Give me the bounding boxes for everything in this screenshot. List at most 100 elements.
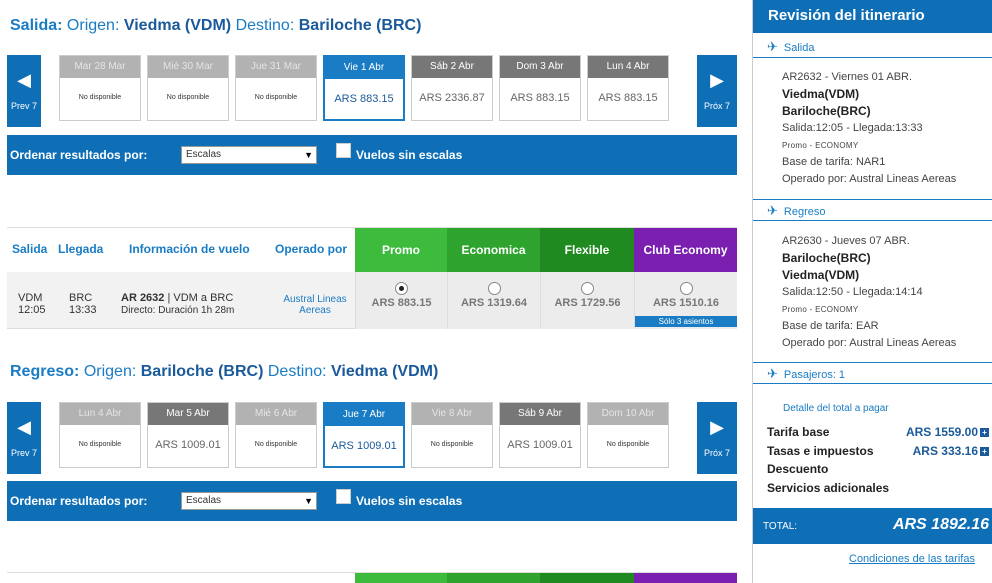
inbound-prev-button[interactable]: ◀ Prev 7	[7, 402, 41, 474]
inbound-date-bar: ◀ Prev 7 ▶ Próx 7 Lun 4 Abr No disponible…	[7, 402, 737, 474]
day-price: ARS 883.15	[334, 93, 394, 105]
fare-header-club-economy: Club Economy	[634, 228, 737, 273]
plus-icon[interactable]: +	[980, 428, 989, 437]
outbound-day-tile: Mié 30 Mar No disponible	[147, 55, 229, 121]
sidebar-inbound-head[interactable]: ✈ Regreso	[753, 199, 992, 221]
inbound-title: Regreso: Origen: Bariloche (BRC) Destino…	[10, 363, 438, 381]
nonstop-label: Vuelos sin escalas	[356, 148, 463, 162]
day-price: ARS 1009.01	[331, 440, 397, 452]
sort-select[interactable]: Escalas ▼	[181, 492, 317, 510]
day-price: No disponible	[78, 94, 122, 101]
total-value: ARS 1892.16	[892, 516, 989, 533]
inbound-flight-table	[7, 572, 737, 583]
outbound-day-tile[interactable]: Vie 1 Abr ARS 883.15	[323, 55, 405, 121]
day-price: No disponible	[254, 94, 298, 101]
operator-link[interactable]: Austral Lineas Aereas	[277, 294, 353, 316]
day-price: No disponible	[430, 441, 474, 448]
outbound-day-tile[interactable]: Dom 3 Abr ARS 883.15	[499, 55, 581, 121]
sidebar-inbound-details: AR2630 - Jueves 07 ABR. Bariloche(BRC) V…	[782, 235, 957, 349]
conditions-link[interactable]: Condiciones de las tarifas	[849, 553, 975, 565]
inbound-next-button[interactable]: ▶ Próx 7	[697, 402, 737, 474]
descuento-row: Descuento	[767, 462, 829, 476]
inbound-dest: Viedma (VDM)	[331, 363, 439, 380]
airplane-icon: ✈	[767, 203, 778, 218]
inbound-label: Regreso:	[10, 363, 80, 380]
chevron-right-icon: ▶	[710, 70, 724, 90]
inbound-sort-bar: Ordenar resultados por: Escalas ▼ Vuelos…	[7, 481, 737, 521]
inbound-day-tile[interactable]: Jue 7 Abr ARS 1009.01	[323, 402, 405, 468]
fare-radio[interactable]	[679, 282, 693, 295]
fare-radio[interactable]	[581, 282, 594, 295]
fare-header-strip	[634, 573, 737, 583]
day-price: ARS 883.15	[598, 92, 658, 104]
fare-header-strip	[540, 573, 634, 583]
airplane-icon: ✈	[767, 39, 778, 54]
fare-cell-promo[interactable]: ARS 883.15	[355, 272, 447, 329]
day-label: Vie 8 Abr	[412, 403, 492, 425]
outbound-next-button[interactable]: ▶ Próx 7	[697, 55, 737, 127]
sort-select[interactable]: Escalas ▼	[181, 146, 317, 164]
outbound-date-bar: ◀ Prev 7 ▶ Próx 7 Mar 28 Mar No disponibl…	[7, 55, 737, 127]
day-label: Mar 5 Abr	[148, 403, 228, 425]
day-label: Vie 1 Abr	[325, 57, 403, 79]
day-label: Sáb 9 Abr	[500, 403, 580, 425]
inbound-origin-label: Origen:	[83, 363, 137, 380]
flight-info-cell: AR 2632 | VDM a BRC Directo: Duración 1h…	[121, 292, 234, 317]
outbound-label: Salida:	[10, 17, 63, 34]
chevron-left-icon: ◀	[17, 70, 31, 90]
nonstop-label: Vuelos sin escalas	[356, 494, 463, 508]
servicios-row: Servicios adicionales	[767, 481, 890, 495]
fare-radio[interactable]	[395, 282, 408, 295]
inbound-day-tile[interactable]: Sáb 9 Abr ARS 1009.01	[499, 402, 581, 468]
day-label: Dom 10 Abr	[588, 403, 668, 425]
seats-badge: Sólo 3 asientos	[635, 316, 737, 327]
chevron-left-icon: ◀	[17, 417, 31, 437]
day-price: ARS 2336.87	[419, 92, 485, 104]
fare-radio[interactable]	[487, 282, 501, 295]
day-price: No disponible	[606, 441, 650, 448]
header-salida: Salida	[12, 242, 48, 256]
fare-cell-economica[interactable]: ARS 1319.64	[447, 272, 540, 329]
chevron-down-icon: ▼	[304, 496, 313, 506]
header-info: Información de vuelo	[129, 242, 250, 256]
sort-label: Ordenar resultados por:	[10, 494, 148, 508]
total-bar: TOTAL: ARS 1892.16	[753, 508, 992, 544]
day-price: No disponible	[254, 441, 298, 448]
fare-cell-flexible[interactable]: ARS 1729.56	[540, 272, 634, 329]
outbound-dest-label: Destino:	[235, 17, 295, 34]
fare-cell-club-economy[interactable]: ARS 1510.16 Sólo 3 asientos	[634, 272, 737, 329]
flight-route: | VDM a BRC	[167, 292, 234, 304]
outbound-day-tile: Jue 31 Mar No disponible	[235, 55, 317, 121]
fare-header-strip	[447, 573, 540, 583]
day-price: ARS 1009.01	[155, 439, 221, 451]
airplane-icon: ✈	[767, 366, 778, 381]
inbound-day-tile: Dom 10 Abr No disponible	[587, 402, 669, 468]
day-label: Dom 3 Abr	[500, 56, 580, 78]
outbound-day-tile[interactable]: Lun 4 Abr ARS 883.15	[587, 55, 669, 121]
inbound-day-tile: Mié 6 Abr No disponible	[235, 402, 317, 468]
nonstop-checkbox[interactable]	[336, 143, 351, 158]
outbound-day-tile[interactable]: Sáb 2 Abr ARS 2336.87	[411, 55, 493, 121]
sidebar-passengers-head[interactable]: ✈ Pasajeros: 1	[753, 362, 992, 384]
day-label: Mié 30 Mar	[148, 56, 228, 78]
day-label: Sáb 2 Abr	[412, 56, 492, 78]
tarifa-base-row: Tarifa base ARS 1559.00 +	[767, 425, 989, 439]
sidebar-outbound-head[interactable]: ✈ Salida	[753, 36, 992, 58]
nonstop-checkbox[interactable]	[336, 489, 351, 504]
flight-duration: Directo: Duración 1h 28m	[121, 305, 235, 316]
inbound-day-tile[interactable]: Mar 5 Abr ARS 1009.01	[147, 402, 229, 468]
day-price: ARS 1009.01	[507, 439, 573, 451]
arrival-cell: BRC 13:33	[69, 292, 97, 316]
chevron-down-icon: ▼	[304, 150, 313, 160]
outbound-prev-button[interactable]: ◀ Prev 7	[7, 55, 41, 127]
tasas-row: Tasas e impuestos ARS 333.16 +	[767, 444, 989, 458]
outbound-title: Salida: Origen: Viedma (VDM) Destino: Ba…	[10, 17, 421, 35]
detail-total-link[interactable]: Detalle del total a pagar	[783, 403, 889, 414]
inbound-dest-label: Destino:	[267, 363, 327, 380]
plus-icon[interactable]: +	[980, 447, 989, 456]
day-label: Lun 4 Abr	[60, 403, 140, 425]
flight-number: AR 2632	[121, 292, 165, 304]
day-label: Mar 28 Mar	[60, 56, 140, 78]
flight-table-header: Salida Llegada Información de vuelo Oper…	[7, 227, 737, 273]
inbound-day-tile: Lun 4 Abr No disponible	[59, 402, 141, 468]
